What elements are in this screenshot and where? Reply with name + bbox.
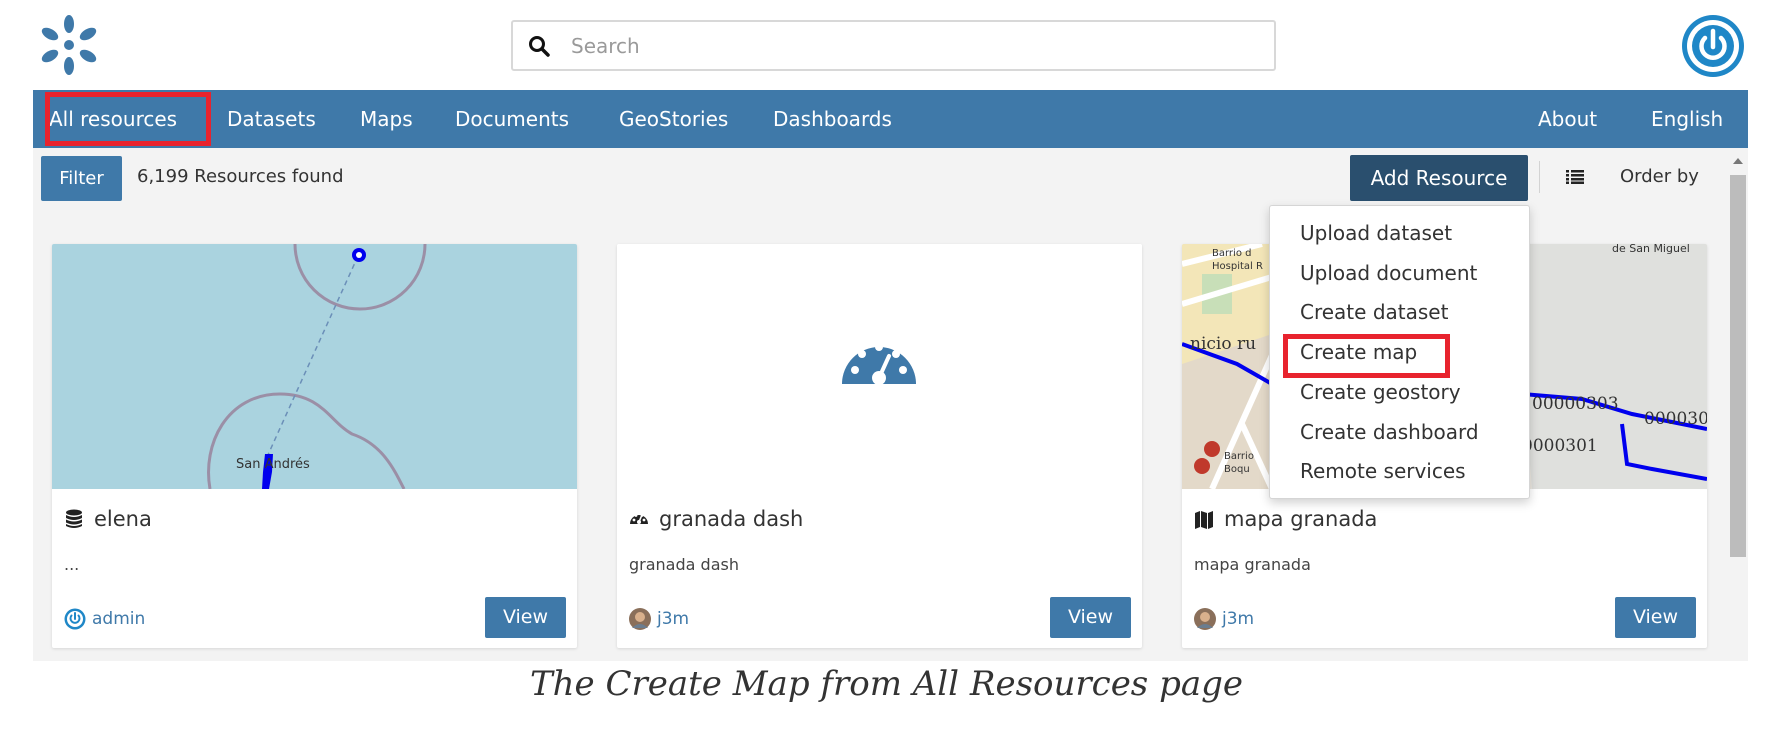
resources-count: 6,199 Resources found [137,166,344,187]
resource-card-elena: San Andrés elena ... admin View [52,244,577,648]
card-description: mapa granada [1194,555,1311,574]
menu-item-create-dataset[interactable]: Create dataset [1300,297,1448,327]
owner-photo-avatar [629,608,651,630]
map-label: 00000303 [1532,394,1619,414]
resource-card-granada-dash: granada dash granada dash j3m View [617,244,1142,648]
owner-power-avatar-icon [64,608,86,630]
nav-documents[interactable]: Documents [455,90,569,148]
view-button[interactable]: View [485,597,566,638]
nav-geostories[interactable]: GeoStories [619,90,728,148]
dashboard-gauge-icon [630,514,648,524]
create-map-highlight [1283,334,1450,378]
search-bar[interactable] [511,20,1276,71]
map-label: de San Miguel [1612,244,1690,255]
figure-caption: The Create Map from All Resources page [529,664,1243,704]
nav-maps[interactable]: Maps [360,90,413,148]
card-title-row: elena [64,506,152,532]
nav-datasets[interactable]: Datasets [227,90,316,148]
toolbar-divider [1539,161,1540,193]
search-input[interactable] [571,28,1261,64]
search-icon [529,36,550,57]
view-button[interactable]: View [1615,597,1696,638]
order-by-button[interactable]: Order by [1620,166,1699,187]
card-title-row: mapa granada [1194,506,1377,532]
add-resource-menu: Upload dataset Upload document Create da… [1269,205,1530,499]
map-label: Barrio [1224,451,1254,462]
menu-item-create-geostory[interactable]: Create geostory [1300,377,1461,407]
main-nav: All resources Datasets Maps Documents Ge… [33,90,1748,148]
card-owner[interactable]: admin [64,607,145,631]
app-window: All resources Datasets Maps Documents Ge… [33,0,1748,661]
card-owner[interactable]: j3m [629,607,689,631]
add-resource-button[interactable]: Add Resource [1350,155,1528,201]
owner-name[interactable]: admin [92,609,145,629]
card-title[interactable]: granada dash [659,507,803,531]
card-owner[interactable]: j3m [1194,607,1254,631]
map-label: Hospital R [1212,261,1263,272]
nav-language[interactable]: English [1651,90,1723,148]
menu-item-create-dashboard[interactable]: Create dashboard [1300,417,1479,447]
view-button[interactable]: View [1050,597,1131,638]
filter-button[interactable]: Filter [41,156,122,201]
owner-photo-avatar [1194,608,1216,630]
map-label: nicio ru [1190,334,1256,354]
map-label: 000030 [1644,409,1707,429]
nav-dashboards[interactable]: Dashboards [773,90,892,148]
map-icon [1195,511,1213,529]
card-thumbnail-dashboard[interactable] [617,244,1142,489]
card-thumbnail-map[interactable]: San Andrés [52,244,577,489]
card-description: ... [64,555,80,574]
scrollbar-thumb[interactable] [1730,175,1746,557]
all-resources-highlight [45,92,211,146]
map-label: 0000301 [1522,436,1598,456]
geonode-logo[interactable] [39,14,99,76]
card-title-row: granada dash [629,506,803,532]
scroll-up-arrow-icon[interactable] [1733,158,1743,164]
menu-item-upload-dataset[interactable]: Upload dataset [1300,218,1452,248]
menu-item-upload-document[interactable]: Upload document [1300,258,1477,288]
map-label: Barrio d [1212,248,1251,259]
card-title[interactable]: elena [94,507,152,531]
user-power-icon[interactable] [1681,14,1745,78]
top-header [33,0,1748,90]
card-title[interactable]: mapa granada [1224,507,1377,531]
nav-about[interactable]: About [1538,90,1597,148]
map-label: Boqu [1224,464,1250,475]
database-icon [66,509,82,528]
list-view-icon[interactable] [1566,170,1584,184]
map-place-label: San Andrés [236,457,310,472]
menu-item-remote-services[interactable]: Remote services [1300,456,1466,486]
owner-name[interactable]: j3m [657,609,689,629]
owner-name[interactable]: j3m [1222,609,1254,629]
card-description: granada dash [629,555,739,574]
